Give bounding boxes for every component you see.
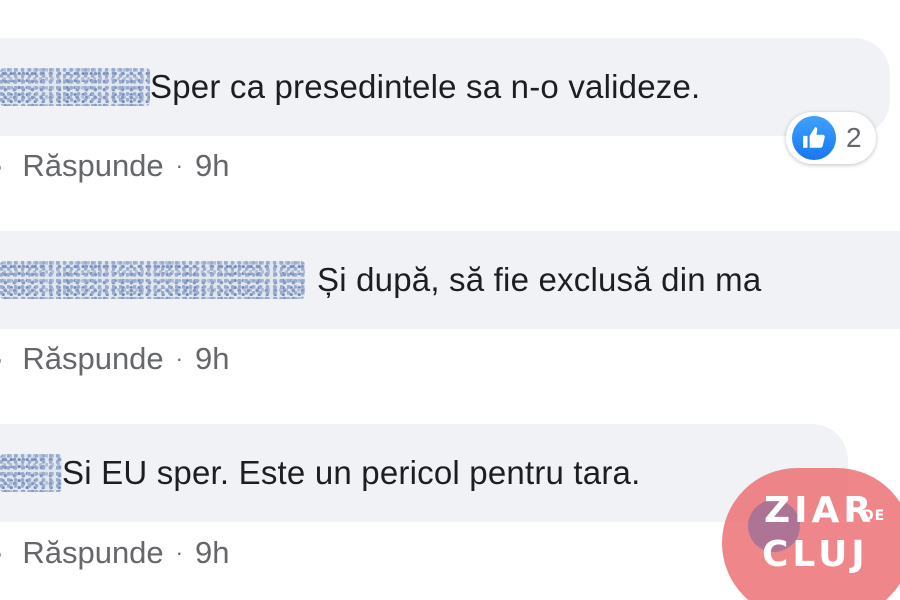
lead-dot: ·: [0, 341, 4, 377]
reaction-count: 2: [846, 122, 862, 153]
ziar-de-cluj-logo: ZIAR DE CLUJ: [722, 468, 900, 600]
separator-dot: ·: [175, 153, 183, 178]
reaction-summary[interactable]: 2: [786, 112, 876, 164]
comment-bubble: Si EU sper. Este un pericol pentru tara.: [0, 424, 848, 522]
timestamp[interactable]: 9h: [195, 148, 229, 184]
lead-dot: ·: [0, 148, 4, 184]
reply-link[interactable]: Răspunde: [22, 148, 163, 184]
comment-bubble: Și după, să fie exclusă din ma: [0, 231, 900, 329]
comment-actions: · Răspunde · 9h: [0, 341, 229, 377]
comment-actions: · Răspunde · 9h: [0, 535, 229, 571]
comment-text: Și după, să fie exclusă din ma: [317, 261, 762, 298]
reply-link[interactable]: Răspunde: [22, 535, 163, 571]
logo-text-de: DE: [862, 508, 886, 524]
logo-text-cluj: CLUJ: [762, 534, 869, 575]
like-icon: [792, 116, 836, 160]
comment-text: Sper ca presedintele sa n-o valideze.: [150, 68, 701, 105]
comment-bubble: Sper ca presedintele sa n-o valideze.: [0, 38, 890, 136]
commenter-name-blurred[interactable]: [0, 261, 305, 299]
commenter-name-blurred[interactable]: [0, 68, 150, 106]
logo-text-ziar: ZIAR: [764, 490, 876, 531]
separator-dot: ·: [175, 346, 183, 371]
commenter-name-blurred[interactable]: [0, 454, 62, 492]
timestamp[interactable]: 9h: [195, 535, 229, 571]
comment-thread: Sper ca presedintele sa n-o valideze. 2 …: [0, 0, 900, 600]
lead-dot: ·: [0, 535, 4, 571]
comment-actions: · Răspunde · 9h: [0, 148, 229, 184]
separator-dot: ·: [175, 540, 183, 565]
reply-link[interactable]: Răspunde: [22, 341, 163, 377]
comment-text: Si EU sper. Este un pericol pentru tara.: [62, 454, 641, 491]
timestamp[interactable]: 9h: [195, 341, 229, 377]
